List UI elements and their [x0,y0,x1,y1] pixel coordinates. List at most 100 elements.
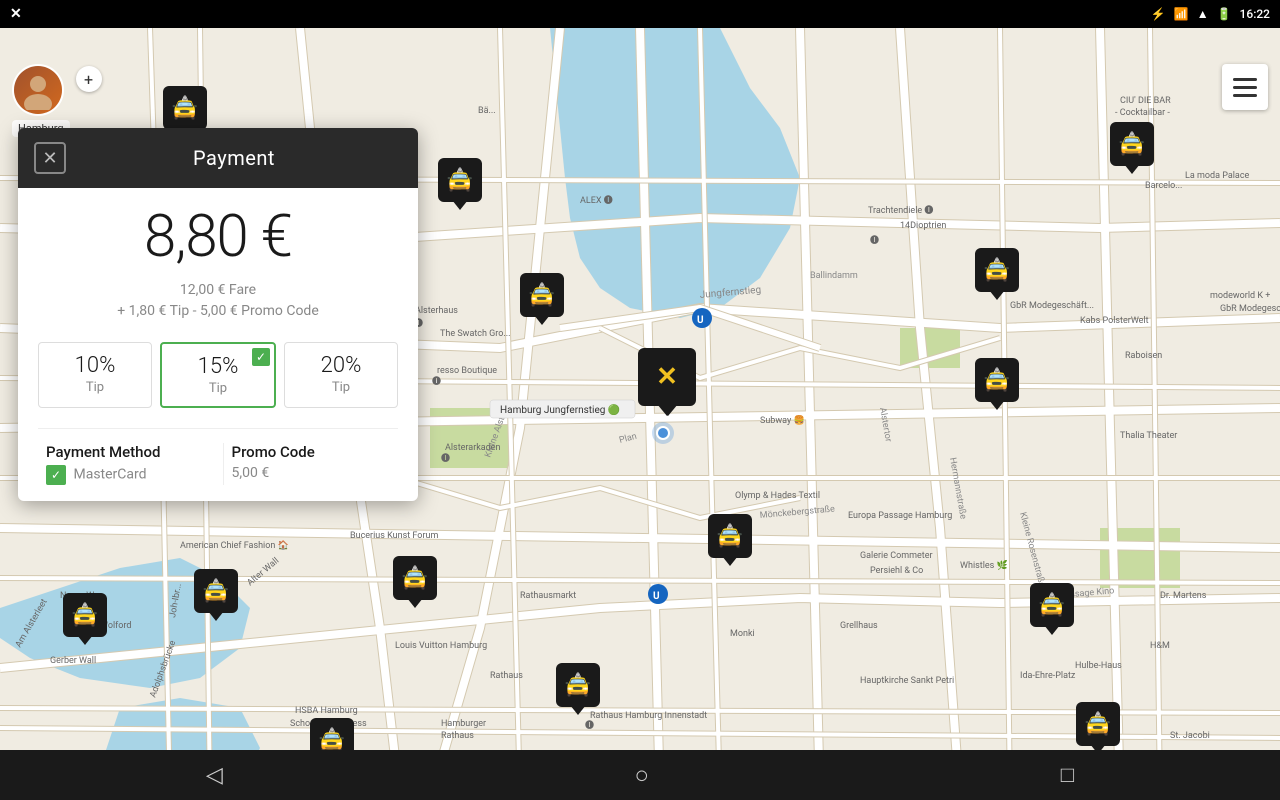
svg-text:Rathaus Hamburg Innenstadt: Rathaus Hamburg Innenstadt [590,711,707,721]
svg-text:The Swatch Gro...: The Swatch Gro... [440,329,511,339]
taxi-marker[interactable]: 🚖 [1076,702,1120,752]
tip-section: 10% Tip ✓ 15% Tip 20% Tip [38,342,398,408]
svg-text:14Dioptrien: 14Dioptrien [900,221,946,231]
payment-check-icon: ✓ [46,465,66,485]
taxi-marker[interactable]: 🚖 [438,158,482,208]
taxi-marker[interactable]: 🚖 [708,514,752,564]
wifi-icon: ▲ [1197,7,1209,21]
svg-text:Thalia Theater: Thalia Theater [1120,431,1177,441]
svg-text:Olymp & Hades Textil: Olymp & Hades Textil [735,491,820,501]
svg-text:Ballindamm: Ballindamm [810,271,858,281]
status-bar: ✕ ⚡ 📶 ▲ 🔋 16:22 [0,0,1280,28]
status-left: ✕ [10,6,22,22]
svg-text:🅘: 🅘 [870,235,879,246]
avatar-image [14,66,62,114]
battery-icon: 🔋 [1217,7,1232,21]
promo-code-label: Promo Code [232,443,391,461]
payment-body: 8,80 € 12,00 € Fare + 1,80 € Tip - 5,00 … [18,188,418,501]
taxi-marker[interactable]: 🚖 [520,273,564,323]
svg-text:Alsterarkaden: Alsterarkaden [445,443,501,453]
svg-text:U: U [697,315,704,326]
svg-text:🅘: 🅘 [432,376,441,387]
svg-text:🅘: 🅘 [441,453,450,464]
top-left-area: Hamburg + [12,64,102,137]
hamburger-line [1233,94,1257,97]
payment-footer: Payment Method ✓ MasterCard Promo Code 5… [38,428,398,485]
payment-header: ✕ Payment [18,128,418,188]
mastercard-label: MasterCard [73,467,146,483]
hamburger-menu[interactable] [1222,64,1268,110]
svg-text:U: U [653,591,660,602]
svg-text:🅘: 🅘 [585,720,594,731]
svg-text:Grellhaus: Grellhaus [840,621,878,631]
taxi-marker[interactable]: 🚖 [63,593,107,643]
taxi-marker[interactable]: 🚖 [393,556,437,606]
svg-text:HSBA Hamburg: HSBA Hamburg [295,706,358,716]
fare-label: 12,00 € Fare [38,280,398,301]
svg-text:Persiehl & Co: Persiehl & Co [870,566,923,576]
svg-text:Gerber Wall: Gerber Wall [50,656,96,666]
svg-text:ALEX 🅘: ALEX 🅘 [580,195,613,206]
svg-text:resso Boutique: resso Boutique [437,366,497,376]
tip-20-percent: 20% [285,353,397,378]
svg-text:Alsterhaus: Alsterhaus [415,306,458,316]
home-button[interactable]: ○ [635,761,650,790]
tip-10-button[interactable]: 10% Tip [38,342,152,408]
tip-10-label: Tip [39,380,151,395]
svg-text:Galerie Commeter: Galerie Commeter [860,551,933,561]
taxi-marker[interactable]: 🚖 [1030,583,1074,633]
tip-15-label: Tip [162,381,274,396]
taxi-marker[interactable]: 🚖 [975,358,1019,408]
payment-method-value: ✓ MasterCard [46,465,205,485]
svg-text:Whistles 🌿: Whistles 🌿 [960,559,1008,571]
app-icon: ✕ [10,6,22,22]
payment-method-section[interactable]: Payment Method ✓ MasterCard [38,443,213,485]
tip-20-label: Tip [285,380,397,395]
svg-text:Raboisen: Raboisen [1125,351,1162,361]
fare-breakdown: 12,00 € Fare + 1,80 € Tip - 5,00 € Promo… [38,280,398,322]
svg-text:Hulbe-Haus: Hulbe-Haus [1075,661,1122,671]
navigation-bar: ◁ ○ □ [0,750,1280,800]
payment-title: Payment [66,146,402,170]
payment-method-label: Payment Method [46,443,205,461]
amount-display: 8,80 € [38,208,398,266]
hamburger-line [1233,78,1257,81]
svg-text:CIU' DIE BAR: CIU' DIE BAR [1120,96,1171,106]
svg-text:Subway 🍔: Subway 🍔 [760,414,805,426]
promo-code-section[interactable]: Promo Code 5,00 € [223,443,399,485]
svg-text:Bucerius Kunst Forum: Bucerius Kunst Forum [350,531,438,541]
svg-text:Europa Passage Hamburg: Europa Passage Hamburg [848,511,952,521]
close-button[interactable]: ✕ [34,142,66,174]
svg-text:GbR Modegeschäft: GbR Modegeschäft [1220,304,1280,314]
taxi-marker[interactable]: 🚖 [975,248,1019,298]
taxi-marker[interactable]: 🚖 [556,663,600,713]
brand-marker: ✕ [638,348,698,408]
recent-apps-button[interactable]: □ [1061,762,1074,788]
add-button[interactable]: + [76,66,102,92]
svg-text:La moda Palace: La moda Palace [1185,171,1250,181]
status-right: ⚡ 📶 ▲ 🔋 16:22 [1151,7,1270,21]
breakdown-label: + 1,80 € Tip - 5,00 € Promo Code [38,301,398,322]
tip-20-button[interactable]: 20% Tip [284,342,398,408]
time-display: 16:22 [1240,7,1270,21]
tip-15-button[interactable]: ✓ 15% Tip [160,342,276,408]
taxi-marker[interactable]: 🚖 [194,569,238,619]
my-location-marker [656,426,670,440]
svg-text:Louis Vuitton Hamburg: Louis Vuitton Hamburg [395,641,487,651]
svg-text:Dr. Martens: Dr. Martens [1160,591,1207,601]
svg-text:Rathaus: Rathaus [441,731,474,741]
avatar[interactable] [12,64,64,116]
hamburger-line [1233,86,1257,89]
svg-text:Bä...: Bä... [478,106,496,116]
taxi-marker[interactable]: 🚖 [1110,122,1154,172]
tip-15-check: ✓ [252,348,270,366]
svg-text:Rathausmarkt: Rathausmarkt [520,591,576,601]
svg-text:Rathaus: Rathaus [490,671,523,681]
payment-panel: ✕ Payment 8,80 € 12,00 € Fare + 1,80 € T… [18,128,418,501]
svg-text:Hauptkirche Sankt Petri: Hauptkirche Sankt Petri [860,676,954,686]
tip-10-percent: 10% [39,353,151,378]
svg-text:Ida-Ehre-Platz: Ida-Ehre-Platz [1020,671,1076,681]
back-button[interactable]: ◁ [206,763,223,788]
promo-code-value: 5,00 € [232,465,391,481]
svg-text:Hamburg Jungfernstieg 🟢: Hamburg Jungfernstieg 🟢 [500,403,620,416]
